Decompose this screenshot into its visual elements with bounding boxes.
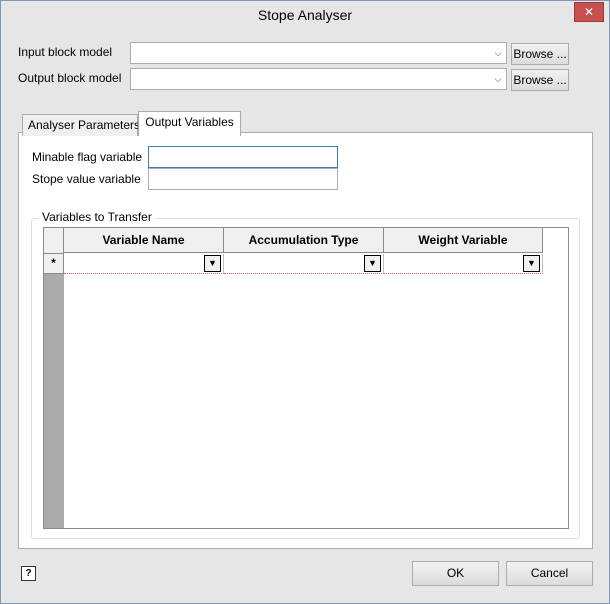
browse-output-button[interactable]: Browse ... [511,69,569,91]
grid-corner[interactable] [44,228,64,254]
chevron-down-icon[interactable]: ▼ [523,255,540,272]
table-cell-accumulation-type[interactable]: ▼ [224,254,384,274]
chevron-down-icon[interactable]: ▼ [364,255,381,272]
group-title: Variables to Transfer [39,210,155,224]
table-cell-weight-variable[interactable]: ▼ [384,254,543,274]
tab-output-variables[interactable]: Output Variables [138,111,241,136]
ok-button[interactable]: OK [412,561,499,586]
close-icon: ✕ [583,5,595,19]
tab-analyser-parameters[interactable]: Analyser Parameters [22,114,140,136]
minable-flag-field[interactable] [148,146,338,168]
output-block-model-combo[interactable]: ⌵ [130,68,507,90]
input-block-model-combo[interactable]: ⌵ [130,42,507,64]
title-bar[interactable]: Stope Analyser ✕ [1,1,609,31]
stope-value-field[interactable] [148,168,338,190]
table-cell-variable-name[interactable]: ▼ [64,254,224,274]
stope-value-label: Stope value variable [32,172,141,186]
window-title: Stope Analyser [257,7,353,23]
chevron-down-icon[interactable]: ⌵ [492,72,504,86]
new-row-marker[interactable]: * [44,254,64,274]
chevron-down-icon[interactable]: ⌵ [492,46,504,60]
input-block-model-label: Input block model [18,45,113,59]
stope-analyser-dialog: Stope Analyser ✕ Input block model ⌵ Bro… [0,0,610,604]
chevron-down-icon[interactable]: ▼ [204,255,221,272]
column-header-variable-name[interactable]: Variable Name [64,228,224,253]
help-icon[interactable]: ? [21,566,36,581]
variables-grid[interactable]: Variable Name Accumulation Type Weight V… [43,227,569,529]
browse-input-button[interactable]: Browse ... [511,43,569,65]
minable-flag-label: Minable flag variable [32,150,143,164]
column-header-weight-variable[interactable]: Weight Variable [384,228,543,253]
column-header-accumulation-type[interactable]: Accumulation Type [224,228,384,253]
output-block-model-label: Output block model [18,71,122,85]
close-button[interactable]: ✕ [574,2,604,22]
cancel-button[interactable]: Cancel [506,561,593,586]
